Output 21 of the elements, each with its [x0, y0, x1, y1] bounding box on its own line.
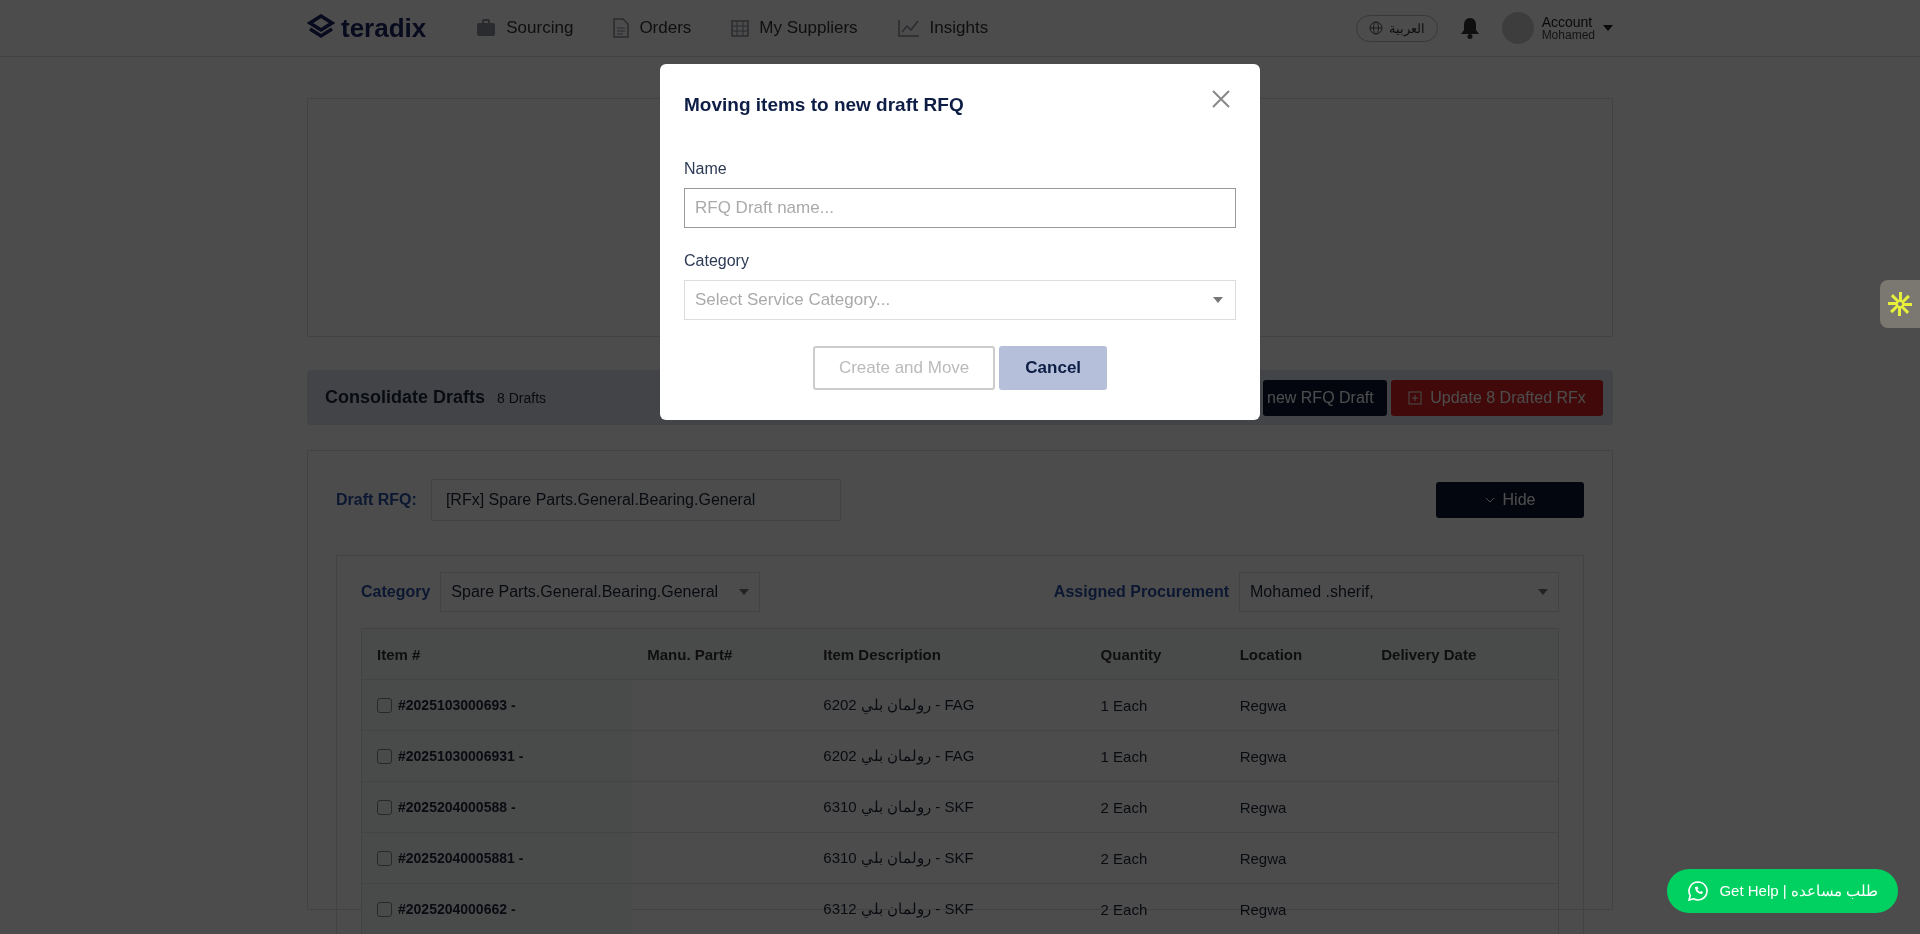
nav-link[interactable]: Sourcing — [506, 18, 574, 38]
category-label: Category — [684, 252, 750, 270]
draft-count: 8 Drafts — [497, 389, 547, 406]
floating-widget[interactable] — [1880, 280, 1920, 328]
help-button[interactable]: Get Help | طلب مساعده — [1667, 869, 1898, 913]
nav-link[interactable]: My Suppliers — [759, 18, 858, 38]
draft-label: Draft RFQ: — [336, 491, 417, 509]
asterisk-icon — [1887, 291, 1913, 317]
account-label[interactable]: Account — [1541, 15, 1595, 29]
cancel-button[interactable]: Cancel — [999, 346, 1108, 390]
category-label: Category — [361, 583, 431, 601]
section-title: Consolidate Drafts — [325, 387, 486, 408]
name-input[interactable]: RFQ Draft name... — [684, 188, 1236, 228]
name-label: Name — [684, 160, 728, 178]
category-dropdown[interactable]: Select Service Category... — [684, 280, 1236, 320]
chat-phone-icon — [1687, 880, 1710, 902]
nav-link[interactable]: Insights — [929, 18, 989, 38]
procurement-label: Assigned Procurement — [1053, 583, 1229, 601]
close-icon[interactable] — [1212, 90, 1230, 108]
user-name: Mohamed — [1541, 29, 1595, 41]
dialog-title: Moving items to new draft RFQ — [684, 94, 964, 116]
